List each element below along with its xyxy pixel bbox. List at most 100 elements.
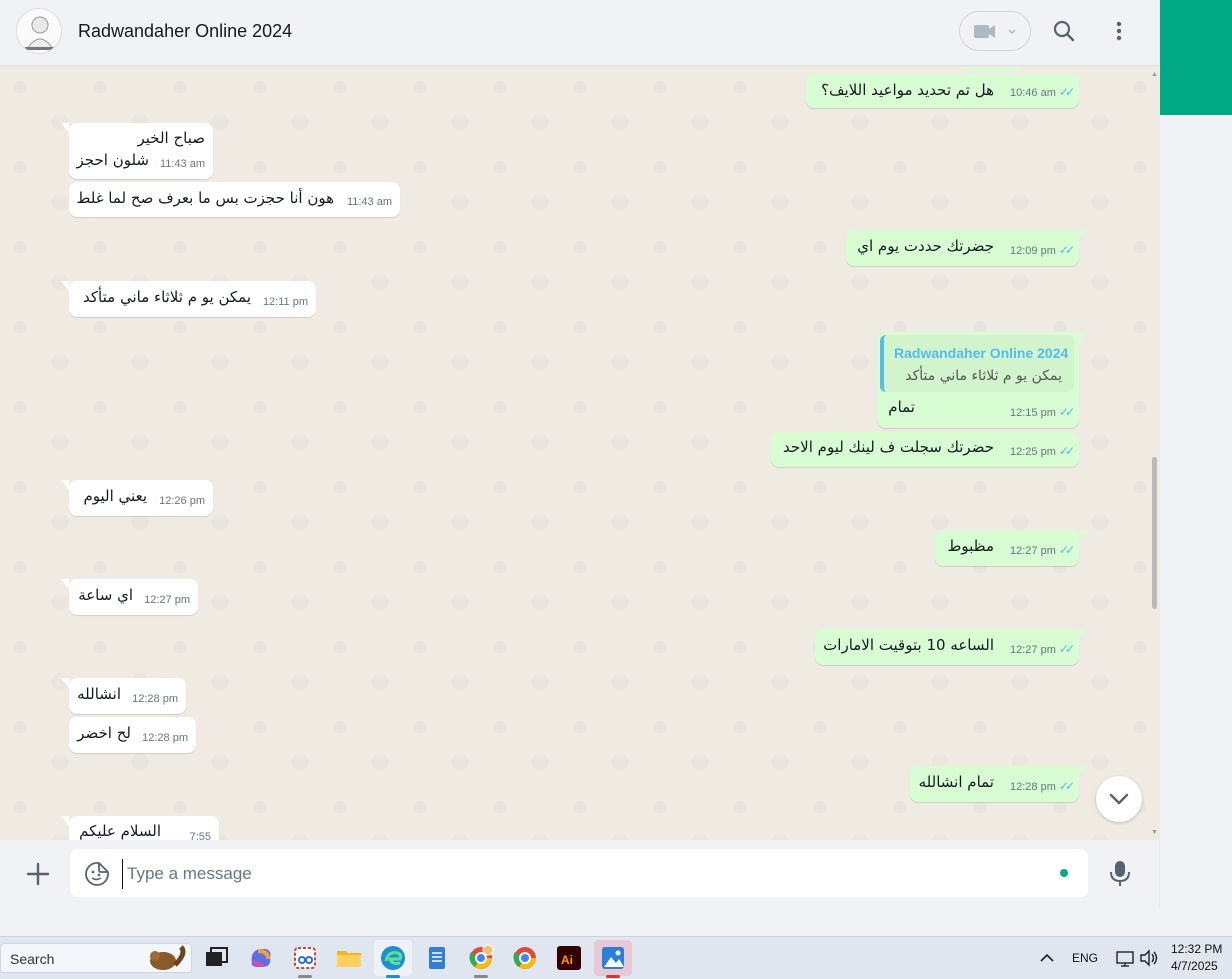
message-input[interactable] bbox=[122, 859, 1029, 889]
message-time: 10:46 am bbox=[1010, 87, 1056, 99]
voice-message-button[interactable] bbox=[1106, 858, 1134, 888]
message-composer bbox=[0, 840, 1159, 908]
video-camera-icon bbox=[974, 25, 1016, 38]
read-receipt-icon: ✓✓ bbox=[1058, 779, 1075, 793]
photos-app-icon[interactable] bbox=[598, 943, 628, 973]
message-meta: 10:46 am ✓✓ bbox=[1010, 82, 1075, 104]
message-text: لح اخضر bbox=[77, 724, 131, 742]
quoted-author: Radwandaher Online 2024 bbox=[894, 345, 1069, 361]
message-time: 12:28 pm bbox=[142, 732, 188, 744]
search-chat-button[interactable] bbox=[1050, 17, 1078, 45]
message-time: 7:55 bbox=[189, 831, 211, 840]
message-meta: 12:09 pm ✓✓ bbox=[1010, 240, 1075, 262]
message-meta: 12:25 pm ✓✓ bbox=[1010, 441, 1075, 463]
message-meta: 12:27 pm ✓✓ bbox=[1010, 639, 1075, 661]
message-outgoing[interactable]: حضرتك سجلت ف لينك ليوم الاحد 12:25 pm ✓✓ bbox=[771, 432, 1079, 467]
edge-browser-icon[interactable] bbox=[378, 943, 408, 973]
contact-avatar[interactable] bbox=[16, 8, 62, 54]
read-receipt-icon: ✓✓ bbox=[1058, 405, 1075, 419]
message-incoming[interactable]: لح اخضر 12:28 pm bbox=[69, 717, 196, 753]
file-explorer-icon[interactable] bbox=[334, 943, 364, 973]
taskbar-search-label: Search bbox=[10, 951, 55, 967]
message-text: اي ساعة bbox=[78, 586, 133, 604]
message-outgoing[interactable]: الساعه 10 بتوقيت الامارات 12:27 pm ✓✓ bbox=[815, 629, 1087, 665]
search-highlight-icon bbox=[150, 945, 186, 970]
message-time: 12:28 pm bbox=[132, 693, 178, 705]
read-receipt-icon: ✓✓ bbox=[1058, 85, 1075, 99]
message-text: الساعه 10 بتوقيت الامارات bbox=[823, 636, 994, 654]
message-incoming[interactable]: يمكن يو م ثلاثاء ماني متأكد 12:11 pm bbox=[61, 281, 316, 317]
message-time: 12:09 pm bbox=[1010, 245, 1056, 257]
task-view-icon[interactable] bbox=[202, 943, 232, 973]
input-language[interactable]: ENG bbox=[1072, 951, 1098, 965]
clock-time[interactable]: 12:32 PM bbox=[1171, 942, 1222, 956]
message-time: 12:27 pm bbox=[1010, 545, 1056, 557]
clock-date[interactable]: 4/7/2025 bbox=[1171, 959, 1218, 973]
read-receipt-icon: ✓✓ bbox=[1058, 444, 1075, 458]
message-text: يمكن يو م ثلاثاء ماني متأكد bbox=[83, 288, 251, 306]
read-receipt-icon: ✓✓ bbox=[1058, 243, 1075, 257]
message-text: حضرتك سجلت ف لينك ليوم الاحد bbox=[783, 438, 994, 456]
snipping-tool-icon[interactable] bbox=[290, 943, 320, 973]
message-text: هون أنا حجزت بس ما بعرف صح لما غلط bbox=[76, 189, 334, 207]
status-dot bbox=[1060, 869, 1068, 877]
message-outgoing[interactable]: تمام انشالله 12:28 pm ✓✓ bbox=[910, 766, 1087, 802]
chat-menu-button[interactable] bbox=[1105, 17, 1133, 45]
volume-icon[interactable] bbox=[1134, 943, 1164, 973]
illustrator-icon[interactable]: Ai bbox=[554, 943, 584, 973]
copilot-icon[interactable] bbox=[246, 943, 276, 973]
attach-button[interactable] bbox=[24, 860, 52, 888]
scroll-to-bottom-button[interactable] bbox=[1096, 776, 1142, 822]
message-incoming[interactable]: صباح الخير شلون احجز 11:43 am bbox=[61, 123, 213, 179]
message-list[interactable]: هل تم تحديد مواعيد اللايف؟ 10:46 am ✓✓ صب… bbox=[0, 67, 1159, 840]
message-text: مظبوط bbox=[947, 537, 995, 555]
message-time: 12:28 pm bbox=[1010, 781, 1056, 793]
taskbar-search[interactable]: Search bbox=[0, 943, 192, 973]
message-outgoing[interactable]: مظبوط 12:27 pm ✓✓ bbox=[935, 530, 1087, 566]
message-incoming[interactable]: اي ساعة 12:27 pm bbox=[61, 579, 198, 615]
message-incoming[interactable]: انشالله 12:28 pm bbox=[61, 678, 186, 714]
message-input-box[interactable] bbox=[70, 849, 1088, 897]
chrome-profile-icon[interactable] bbox=[466, 943, 496, 973]
side-accent-band bbox=[1160, 0, 1232, 115]
more-vertical-icon bbox=[1116, 21, 1122, 41]
plus-icon bbox=[26, 862, 50, 886]
scroll-down-arrow[interactable]: ▼ bbox=[1150, 828, 1159, 837]
message-text: جضرتك حددت يوم اي bbox=[857, 237, 994, 255]
message-time: 12:15 pm bbox=[1010, 407, 1056, 419]
svg-text:Ai: Ai bbox=[561, 953, 573, 967]
contact-name[interactable]: Radwandaher Online 2024 bbox=[78, 21, 292, 42]
message-time: 12:11 pm bbox=[262, 296, 308, 308]
message-text: تمام انشالله bbox=[918, 773, 994, 791]
chat-header: Radwandaher Online 2024 bbox=[0, 0, 1159, 66]
window-bottom-strip bbox=[0, 908, 1232, 936]
message-time: 11:43 am bbox=[346, 196, 392, 208]
emoji-button[interactable] bbox=[84, 861, 110, 887]
quoted-message[interactable]: Radwandaher Online 2024 يمكن يو م ثلاثاء… bbox=[880, 335, 1074, 392]
quoted-text: يمكن يو م ثلاثاء ماني متأكد bbox=[905, 368, 1062, 384]
chrome-browser-icon[interactable] bbox=[510, 943, 540, 973]
message-time: 12:27 pm bbox=[1010, 644, 1056, 656]
message-outgoing[interactable]: جضرتك حددت يوم اي 12:09 pm ✓✓ bbox=[846, 230, 1087, 266]
side-panel bbox=[1160, 115, 1232, 908]
notepad-icon[interactable] bbox=[422, 943, 452, 973]
message-text: هل تم تحديد مواعيد اللايف؟ bbox=[821, 81, 994, 99]
show-hidden-icons-chevron-up-icon[interactable] bbox=[1032, 943, 1062, 973]
microphone-icon bbox=[1110, 861, 1130, 886]
video-call-button[interactable] bbox=[959, 11, 1031, 51]
message-text: شلون احجز bbox=[76, 151, 149, 169]
message-incoming[interactable]: السلام عليكم 7:55 bbox=[61, 816, 219, 840]
message-time: 12:27 pm bbox=[144, 594, 190, 606]
message-time: 11:43 am bbox=[159, 158, 205, 170]
message-meta: 12:15 pm ✓✓ bbox=[1010, 402, 1075, 424]
message-outgoing[interactable]: هل تم تحديد مواعيد اللايف؟ 10:46 am ✓✓ bbox=[806, 74, 1079, 108]
message-incoming[interactable]: هون أنا حجزت بس ما بعرف صح لما غلط 11:43… bbox=[69, 182, 400, 217]
cropped-message bbox=[960, 67, 1022, 71]
message-text: يعني اليوم bbox=[83, 487, 147, 505]
chat-scrollbar-thumb[interactable] bbox=[1152, 457, 1157, 609]
read-receipt-icon: ✓✓ bbox=[1058, 642, 1075, 656]
message-time: 12:25 pm bbox=[1010, 446, 1056, 458]
message-outgoing-reply[interactable]: Radwandaher Online 2024 يمكن يو م ثلاثاء… bbox=[877, 332, 1087, 428]
message-incoming[interactable]: يعني اليوم 12:26 pm bbox=[61, 480, 213, 516]
scroll-up-arrow[interactable]: ▲ bbox=[1150, 70, 1159, 79]
